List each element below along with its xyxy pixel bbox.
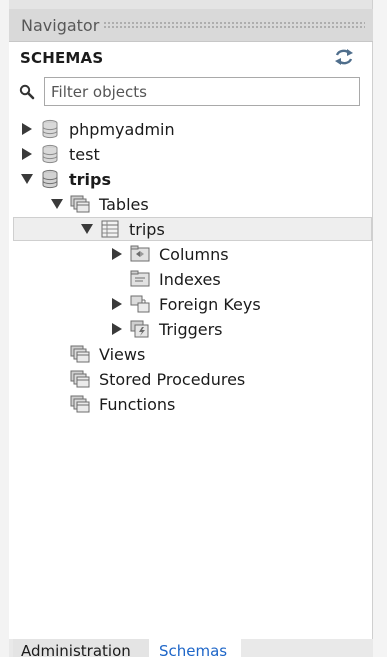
tab-administration[interactable]: Administration	[13, 639, 149, 657]
tree-item-trips-schema[interactable]: trips	[20, 167, 111, 191]
indexes-folder-icon	[130, 270, 150, 287]
collapse-arrow-icon[interactable]	[50, 197, 64, 211]
triggers-icon	[130, 320, 149, 338]
tree-label: Tables	[99, 194, 149, 214]
filter-objects-input[interactable]	[44, 77, 360, 106]
schemas-heading: SCHEMAS	[20, 49, 104, 67]
folder-tables-icon	[70, 195, 90, 213]
tree-item-stored-procedures[interactable]: Stored Procedures	[70, 367, 245, 391]
tree-item-triggers[interactable]: Triggers	[110, 317, 223, 341]
functions-folder-icon	[70, 395, 90, 413]
stored-procedures-folder-icon	[70, 370, 90, 388]
tab-schemas[interactable]: Schemas	[149, 639, 241, 657]
left-edge	[0, 0, 9, 657]
tree-item-functions[interactable]: Functions	[70, 392, 175, 416]
views-folder-icon	[70, 345, 90, 363]
expand-arrow-icon[interactable]	[20, 147, 34, 161]
tree-label: Stored Procedures	[99, 369, 246, 389]
database-icon	[42, 119, 58, 139]
tree-label: trips	[129, 219, 165, 239]
expand-arrow-icon[interactable]	[20, 122, 34, 136]
tree-label: test	[69, 144, 100, 164]
tree-item-views[interactable]: Views	[70, 342, 145, 366]
search-icon	[19, 84, 35, 100]
tree-label: Functions	[99, 394, 176, 414]
navigator-window: Navigator SCHEMAS Filter objects phpmyad…	[0, 0, 387, 657]
tree-label: Triggers	[159, 319, 223, 339]
expand-arrow-icon[interactable]	[110, 322, 124, 336]
schemas-panel: SCHEMAS phpmyadmin	[9, 42, 373, 639]
tree-label: Indexes	[159, 269, 221, 289]
tree-item-phpmyadmin[interactable]: phpmyadmin	[20, 117, 175, 141]
tree-item-columns[interactable]: Columns	[110, 242, 229, 266]
collapse-arrow-icon[interactable]	[80, 222, 94, 236]
columns-folder-icon	[130, 245, 150, 262]
bottom-tab-bar: Administration Schemas	[9, 639, 373, 657]
tree-item-tables[interactable]: Tables	[50, 192, 149, 216]
refresh-icon[interactable]	[333, 48, 355, 66]
tree-label: Columns	[159, 244, 229, 264]
drag-grip[interactable]	[103, 20, 365, 30]
tree-item-foreign-keys[interactable]: Foreign Keys	[110, 292, 261, 316]
database-icon	[42, 169, 58, 189]
navigator-title: Navigator	[21, 15, 100, 35]
foreign-keys-icon	[130, 295, 150, 313]
tree-label: trips	[69, 169, 111, 189]
navigator-header: Navigator	[9, 9, 373, 42]
table-icon	[101, 220, 119, 238]
tree-label: Foreign Keys	[159, 294, 261, 314]
collapse-arrow-icon[interactable]	[20, 172, 34, 186]
tree-item-test[interactable]: test	[20, 142, 100, 166]
expand-arrow-icon[interactable]	[110, 247, 124, 261]
right-scroll-edge[interactable]	[372, 0, 387, 657]
tree-item-trips-table[interactable]: trips	[13, 217, 372, 241]
expand-arrow-icon[interactable]	[110, 297, 124, 311]
tree-label: Views	[99, 344, 146, 364]
tree-label: phpmyadmin	[69, 119, 175, 139]
database-icon	[42, 144, 58, 164]
tree-item-indexes[interactable]: Indexes	[130, 267, 221, 291]
